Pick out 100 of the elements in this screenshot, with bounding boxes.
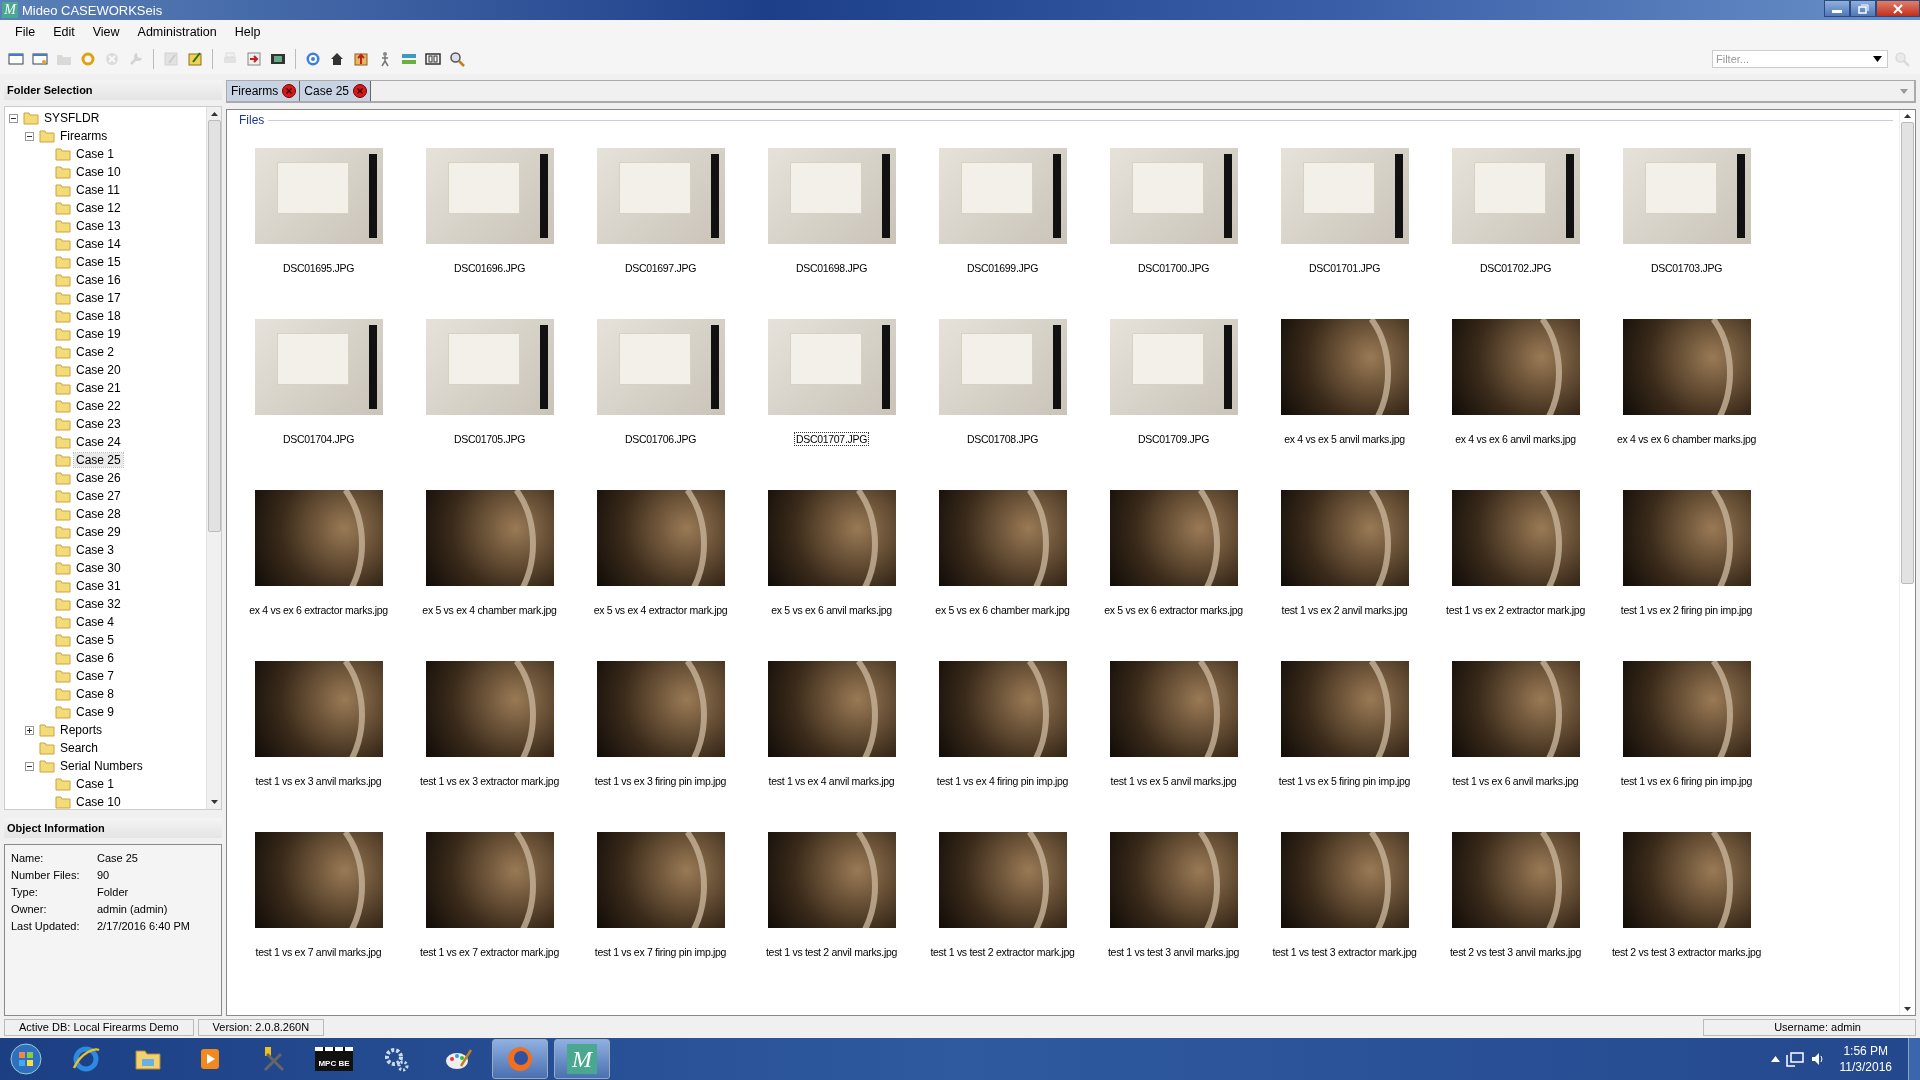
file-name[interactable]: DSC01697.JPG — [623, 262, 698, 274]
photo-placeholder[interactable] — [1280, 832, 1409, 928]
tree-item[interactable]: Firearms — [58, 129, 110, 143]
tree-item[interactable]: Case 16 — [74, 273, 123, 287]
file-name[interactable]: DSC01695.JPG — [281, 262, 356, 274]
file-name[interactable]: DSC01702.JPG — [1478, 262, 1553, 274]
tree-item[interactable]: Case 23 — [74, 417, 123, 431]
expander-toggle[interactable] — [9, 113, 20, 123]
file-name[interactable]: test 1 vs ex 6 anvil marks.jpg — [1451, 775, 1580, 787]
tree-item[interactable]: Case 12 — [74, 201, 123, 215]
file-name[interactable]: test 1 vs ex 7 anvil marks.jpg — [254, 946, 383, 958]
tab[interactable]: Case 25 — [300, 81, 372, 101]
tree-item[interactable]: Case 28 — [74, 507, 123, 521]
tree-item[interactable]: Case 18 — [74, 309, 123, 323]
scroll-up-icon[interactable] — [210, 112, 218, 116]
menu-item[interactable]: File — [6, 21, 45, 43]
tree-item[interactable]: Case 14 — [74, 237, 123, 251]
photo-placeholder[interactable] — [1622, 148, 1751, 244]
photo-placeholder[interactable] — [938, 319, 1067, 415]
file-name[interactable]: DSC01700.JPG — [1136, 262, 1211, 274]
photo-placeholder[interactable] — [1280, 148, 1409, 244]
file-name[interactable]: test 1 vs test 3 extractor mark.jpg — [1271, 946, 1418, 958]
tree-item[interactable]: Case 17 — [74, 291, 123, 305]
file-name[interactable]: test 1 vs test 2 extractor mark.jpg — [929, 946, 1076, 958]
tree-item[interactable]: Case 15 — [74, 255, 123, 269]
photo-placeholder[interactable] — [938, 148, 1067, 244]
file-name[interactable]: test 1 vs ex 2 firing pin imp.jpg — [1619, 604, 1754, 616]
close-icon[interactable] — [353, 84, 368, 98]
file-name[interactable]: ex 5 vs ex 6 extractor marks.jpg — [1103, 604, 1244, 616]
photo-placeholder[interactable] — [938, 832, 1067, 928]
photo-placeholder[interactable] — [596, 490, 725, 586]
file-name[interactable]: test 1 vs ex 4 anvil marks.jpg — [767, 775, 896, 787]
expander-toggle[interactable] — [25, 131, 36, 141]
tree-item[interactable]: Case 11 — [74, 183, 122, 197]
tree-item[interactable]: Case 26 — [74, 471, 123, 485]
tree-item[interactable]: Case 1 — [74, 777, 117, 791]
photo-placeholder[interactable] — [596, 148, 725, 244]
tree-item[interactable]: Case 2 — [74, 345, 117, 359]
photo-placeholder[interactable] — [767, 148, 896, 244]
photo-placeholder[interactable] — [767, 490, 896, 586]
minimize-button[interactable] — [1824, 0, 1850, 17]
photo-placeholder[interactable] — [1451, 319, 1580, 415]
file-name[interactable]: test 1 vs ex 7 firing pin imp.jpg — [593, 946, 728, 958]
file-name[interactable]: ex 5 vs ex 6 chamber mark.jpg — [934, 604, 1071, 616]
network-icon[interactable] — [1785, 1051, 1804, 1067]
photo-placeholder[interactable] — [1280, 319, 1409, 415]
scrollbar[interactable] — [1899, 110, 1915, 1015]
tree-item[interactable]: Case 9 — [74, 705, 117, 719]
tree-item[interactable]: Case 7 — [74, 669, 117, 683]
file-name[interactable]: test 1 vs ex 3 anvil marks.jpg — [254, 775, 383, 787]
tree-item[interactable]: Case 10 — [74, 165, 123, 179]
file-name[interactable]: DSC01698.JPG — [794, 262, 869, 274]
file-name[interactable]: test 1 vs ex 2 extractor mark.jpg — [1445, 604, 1586, 616]
file-name[interactable]: DSC01705.JPG — [452, 433, 527, 445]
photo-placeholder[interactable] — [1109, 148, 1238, 244]
file-name[interactable]: DSC01706.JPG — [623, 433, 698, 445]
tree-item[interactable]: Case 25 — [74, 453, 123, 467]
expander-toggle[interactable] — [25, 725, 36, 735]
menu-item[interactable]: View — [83, 21, 129, 43]
tree-item[interactable]: Case 5 — [74, 633, 117, 647]
file-name[interactable]: ex 4 vs ex 6 chamber marks.jpg — [1615, 433, 1758, 445]
photo-placeholder[interactable] — [1622, 319, 1751, 415]
photo-placeholder[interactable] — [254, 661, 383, 757]
tree-item[interactable]: Case 29 — [74, 525, 123, 539]
tree-item[interactable]: Case 6 — [74, 651, 117, 665]
photo-placeholder[interactable] — [1622, 490, 1751, 586]
photo-placeholder[interactable] — [254, 319, 383, 415]
photo-placeholder[interactable] — [1451, 832, 1580, 928]
tree-item[interactable]: SYSFLDR — [42, 111, 102, 125]
photo-placeholder[interactable] — [1109, 832, 1238, 928]
expander-toggle[interactable] — [25, 761, 36, 771]
filter-field[interactable]: Filter... — [1712, 50, 1888, 68]
menu-item[interactable]: Administration — [128, 21, 226, 43]
photo-placeholder[interactable] — [767, 832, 896, 928]
file-name[interactable]: DSC01701.JPG — [1307, 262, 1382, 274]
tree-item[interactable]: Reports — [58, 723, 105, 737]
photo-placeholder[interactable] — [596, 832, 725, 928]
file-name[interactable]: ex 5 vs ex 6 anvil marks.jpg — [770, 604, 893, 616]
tree-item[interactable]: Case 1 — [74, 147, 117, 161]
photo-placeholder[interactable] — [425, 832, 554, 928]
dropdown-arrow-icon[interactable] — [1873, 56, 1882, 62]
tree-item[interactable]: Case 4 — [74, 615, 117, 629]
menu-item[interactable]: Edit — [44, 21, 84, 43]
tree-item[interactable]: Case 27 — [74, 489, 123, 503]
tree-item[interactable]: Search — [58, 741, 101, 755]
menu-item[interactable]: Help — [225, 21, 270, 43]
tree-item[interactable]: Case 32 — [74, 597, 123, 611]
volume-icon[interactable] — [1809, 1051, 1826, 1067]
file-name[interactable]: test 2 vs test 3 extractor marks.jpg — [1610, 946, 1763, 958]
photo-placeholder[interactable] — [254, 490, 383, 586]
photo-placeholder[interactable] — [425, 319, 554, 415]
photo-placeholder[interactable] — [1622, 661, 1751, 757]
tree-item[interactable]: Case 13 — [74, 219, 123, 233]
tree-item[interactable]: Serial Numbers — [58, 759, 145, 773]
scroll-down-icon[interactable] — [210, 800, 218, 804]
scroll-up-icon[interactable] — [1904, 114, 1911, 118]
tree-item[interactable]: Case 30 — [74, 561, 123, 575]
photo-placeholder[interactable] — [1109, 490, 1238, 586]
clock[interactable]: 1:56 PM 11/3/2016 — [1839, 1043, 1892, 1075]
photo-placeholder[interactable] — [596, 319, 725, 415]
